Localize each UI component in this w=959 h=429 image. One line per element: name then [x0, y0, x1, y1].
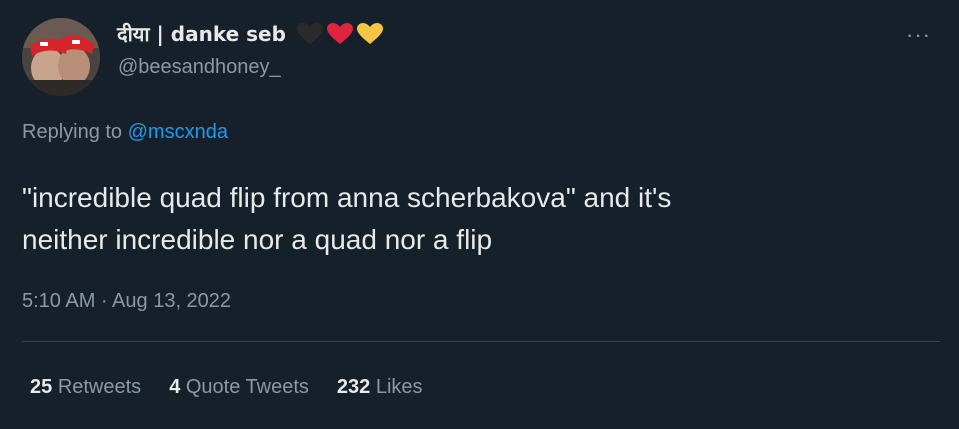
- tweet-timestamp[interactable]: 5:10 AM · Aug 13, 2022: [22, 290, 231, 313]
- tweet-stats: 25 Retweets 4 Quote Tweets 232 Likes: [30, 376, 451, 399]
- replying-to-label: Replying to: [22, 121, 123, 143]
- avatar[interactable]: [22, 18, 100, 96]
- display-name[interactable]: दीया | danke seb: [117, 20, 384, 47]
- retweets-stat[interactable]: 25 Retweets: [30, 376, 141, 399]
- more-options-icon[interactable]: ···: [906, 24, 931, 46]
- black-heart-icon: [296, 22, 323, 44]
- yellow-heart-icon: [356, 22, 383, 44]
- red-heart-icon: [326, 22, 353, 44]
- quote-tweets-count: 4: [169, 376, 181, 398]
- tweet-card: दीया | danke seb @beesandhoney_ ··· Repl…: [0, 0, 959, 429]
- quote-tweets-stat[interactable]: 4 Quote Tweets: [169, 376, 309, 399]
- likes-count: 232: [336, 376, 371, 398]
- quote-tweets-label: Quote Tweets: [185, 376, 309, 398]
- avatar-image: [22, 18, 100, 96]
- tweet-text-line: "incredible quad flip from anna scherbak…: [22, 182, 672, 213]
- tweet-text: "incredible quad flip from anna scherbak…: [22, 177, 932, 261]
- user-handle[interactable]: @beesandhoney_: [118, 56, 281, 79]
- display-name-text: दीया | danke seb: [117, 22, 286, 46]
- divider: [22, 341, 940, 342]
- reply-mention-link[interactable]: @mscxnda: [128, 121, 228, 143]
- likes-stat[interactable]: 232 Likes: [337, 376, 423, 399]
- replying-to: Replying to @mscxnda: [22, 121, 228, 144]
- tweet-text-line: neither incredible nor a quad nor a flip: [22, 224, 493, 255]
- retweets-count: 25: [30, 376, 53, 398]
- retweets-label: Retweets: [57, 376, 142, 398]
- likes-label: Likes: [375, 376, 423, 398]
